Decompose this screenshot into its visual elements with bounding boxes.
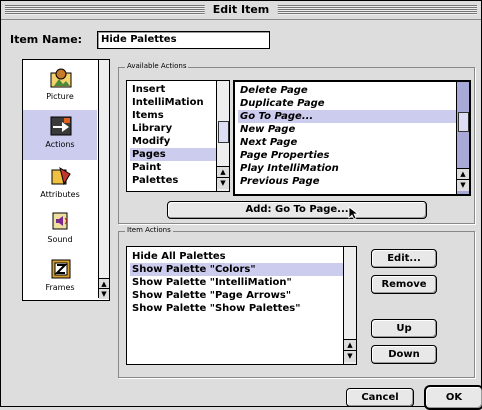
move-up-button[interactable]: Up	[371, 319, 437, 338]
edit-button[interactable]: Edit...	[371, 249, 437, 268]
available-actions-group: Available Actions Insert IntelliMation I…	[118, 62, 475, 224]
sidebar-item-label: Attributes	[40, 190, 80, 199]
frames-icon	[51, 259, 71, 279]
sidebar-item-picture[interactable]: Picture	[23, 62, 97, 112]
list-item[interactable]: Page Properties	[238, 149, 456, 162]
list-item[interactable]: Insert	[130, 83, 216, 96]
list-item[interactable]: New Page	[238, 123, 456, 136]
sidebar-item-label: Frames	[45, 283, 75, 292]
scroll-thumb[interactable]	[218, 121, 229, 143]
list-item[interactable]: Palettes	[130, 174, 216, 187]
edit-item-window: Edit Item Item Name: Hide Palettes Pictu…	[0, 0, 482, 410]
sound-icon	[52, 212, 68, 230]
sidebar-item-attributes[interactable]: Attributes	[23, 160, 97, 210]
remove-button[interactable]: Remove	[371, 275, 437, 294]
actions-icon	[50, 116, 72, 136]
list-item[interactable]: IntelliMation	[130, 96, 216, 109]
list-item-selected[interactable]: Show Palette "Colors"	[130, 263, 343, 276]
action-list[interactable]: Delete Page Duplicate Page Go To Page...…	[233, 80, 471, 196]
scroll-down-arrow-icon[interactable]: ▼	[344, 350, 356, 362]
list-item[interactable]: Library	[130, 122, 216, 135]
item-name-label: Item Name:	[10, 33, 83, 46]
mouse-cursor-icon	[348, 206, 360, 220]
add-action-button[interactable]: Add: Go To Page...	[167, 201, 427, 219]
item-actions-group: Item Actions Hide All Palettes Show Pale…	[118, 226, 475, 378]
available-actions-label: Available Actions	[125, 62, 189, 70]
action-list-scrollbar[interactable]: ▲ ▼	[456, 82, 469, 194]
scroll-down-arrow-icon[interactable]: ▼	[217, 177, 229, 189]
list-item[interactable]: Modify	[130, 135, 216, 148]
list-item[interactable]: Next Page	[238, 136, 456, 149]
window-title: Edit Item	[204, 2, 278, 18]
cancel-button[interactable]: Cancel	[346, 388, 414, 407]
list-item[interactable]: Hide All Palettes	[130, 250, 343, 263]
title-bar[interactable]: Edit Item	[1, 1, 481, 20]
sidebar-item-label: Picture	[46, 92, 74, 101]
list-item[interactable]: Show Palette "Page Arrows"	[130, 289, 343, 302]
attributes-icon	[51, 166, 71, 186]
list-item[interactable]: Items	[130, 109, 216, 122]
item-actions-label: Item Actions	[125, 226, 173, 234]
item-actions-list[interactable]: Hide All Palettes Show Palette "Colors" …	[126, 246, 357, 365]
sidebar-item-frames[interactable]: Frames	[23, 253, 97, 303]
item-actions-scrollbar[interactable]: ▲ ▼	[343, 247, 356, 364]
list-item[interactable]: Delete Page	[238, 84, 456, 97]
category-sidebar: Picture Actions Attributes Sound Frames …	[22, 59, 110, 301]
scroll-down-arrow-icon[interactable]: ▼	[457, 179, 469, 191]
list-item[interactable]: Paint	[130, 161, 216, 174]
list-item-selected[interactable]: Go To Page...	[238, 110, 456, 123]
list-item[interactable]: Show Palette "IntelliMation"	[130, 276, 343, 289]
list-item[interactable]: Previous Page	[238, 175, 456, 188]
scroll-down-arrow-icon[interactable]: ▼	[99, 288, 109, 299]
sidebar-scrollbar[interactable]: ▲ ▼	[98, 60, 109, 299]
category-list[interactable]: Insert IntelliMation Items Library Modif…	[126, 80, 230, 192]
list-item-selected[interactable]: Pages	[130, 148, 216, 161]
sidebar-item-label: Actions	[45, 140, 75, 149]
picture-icon	[50, 68, 72, 88]
category-list-scrollbar[interactable]: ▲ ▼	[216, 81, 229, 191]
list-item[interactable]: Play IntelliMation	[238, 162, 456, 175]
ok-button[interactable]: OK	[424, 385, 482, 410]
list-item[interactable]: Duplicate Page	[238, 97, 456, 110]
sidebar-item-label: Sound	[47, 235, 73, 244]
sidebar-item-sound[interactable]: Sound	[23, 205, 97, 255]
sidebar-item-actions[interactable]: Actions	[23, 110, 97, 160]
move-down-button[interactable]: Down	[371, 345, 437, 364]
scroll-thumb[interactable]	[458, 112, 469, 132]
list-item[interactable]: Show Palette "Show Palettes"	[130, 302, 343, 315]
item-name-field[interactable]: Hide Palettes	[97, 31, 270, 49]
